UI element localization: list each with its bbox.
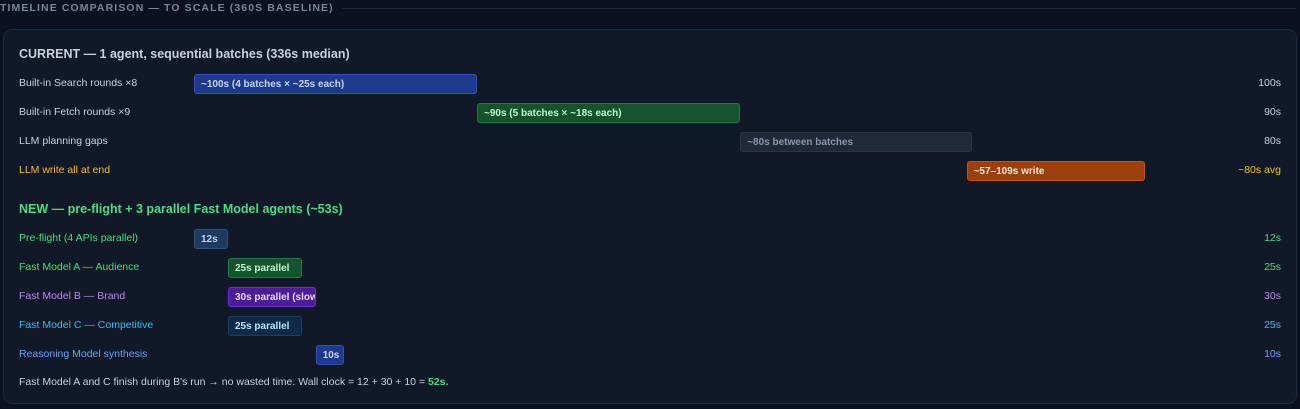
timeline-row: LLM planning gaps ~80s between batches 80s	[0, 132, 1300, 152]
current-group-title: CURRENT — 1 agent, sequential batches (3…	[19, 47, 350, 61]
row-value: ~80s avg	[1238, 164, 1281, 176]
timeline-bar: ~90s (5 batches × ~18s each)	[477, 103, 741, 123]
row-value: 25s	[1264, 261, 1281, 273]
timeline-row: Fast Model A — Audience 25s parallel 25s	[0, 258, 1300, 278]
footer-text: Fast Model A and C finish during B's run…	[19, 376, 428, 388]
timeline-row: Built-in Search rounds ×8 ~100s (4 batche…	[0, 74, 1300, 94]
row-label: Built-in Fetch rounds ×9	[19, 106, 131, 118]
bar-label: ~100s (4 batches × ~25s each)	[201, 79, 345, 90]
row-label: LLM planning gaps	[19, 135, 108, 147]
bar-label: 25s parallel	[234, 263, 290, 274]
row-value: 30s	[1264, 290, 1281, 302]
section-title: TIMELINE COMPARISON — TO SCALE (360S BAS…	[0, 2, 334, 14]
bar-label: ~57–109s write	[973, 166, 1045, 177]
row-value: 10s	[1264, 348, 1281, 360]
row-label: Reasoning Model synthesis	[19, 348, 148, 360]
row-label: Fast Model C — Competitive	[19, 319, 154, 331]
bar-label: 10s	[322, 350, 340, 361]
timeline-bar: ~100s (4 batches × ~25s each)	[194, 74, 477, 94]
timeline-bar: ~80s between batches	[740, 132, 973, 152]
timeline-bar: 12s	[194, 229, 228, 249]
bar-label: ~80s between batches	[747, 137, 854, 148]
timeline-bar: 25s parallel	[227, 316, 302, 336]
timeline-row: Reasoning Model synthesis 10s 10s	[0, 345, 1300, 365]
bar-label: 25s parallel	[234, 321, 290, 332]
timeline-bar: 10s	[315, 345, 344, 365]
section-header: TIMELINE COMPARISON — TO SCALE (360S BAS…	[0, 0, 1300, 18]
new-group-title: NEW — pre-flight + 3 parallel Fast Model…	[19, 202, 343, 216]
bar-label: 12s	[201, 234, 218, 245]
row-value: 80s	[1264, 135, 1281, 147]
timeline-row: Built-in Fetch rounds ×9 ~90s (5 batches …	[0, 103, 1300, 123]
footer-highlight: 52s.	[428, 376, 449, 388]
row-label: Fast Model B — Brand	[19, 290, 126, 302]
timeline-bar: 30s parallel (slowest)	[227, 287, 316, 307]
timeline-bar: 25s parallel	[227, 258, 302, 278]
row-value: 100s	[1258, 77, 1281, 89]
bar-label: 30s parallel (slowest)	[234, 292, 315, 303]
timeline-row: Fast Model B — Brand 30s parallel (slowes…	[0, 287, 1300, 307]
row-label: Built-in Search rounds ×8	[19, 77, 138, 89]
bar-label: ~90s (5 batches × ~18s each)	[484, 108, 622, 119]
timeline-bar: ~57–109s write	[966, 161, 1145, 181]
timeline-row: LLM write all at end ~57–109s write ~80s a…	[0, 161, 1300, 181]
row-label: LLM write all at end	[19, 164, 111, 176]
row-value: 25s	[1264, 319, 1281, 331]
section-divider	[342, 8, 1296, 9]
row-label: Fast Model A — Audience	[19, 261, 140, 273]
row-value: 90s	[1264, 106, 1281, 118]
row-label: Pre-flight (4 APIs parallel)	[19, 232, 139, 244]
footer-note: Fast Model A and C finish during B's run…	[19, 376, 448, 388]
timeline-row: Pre-flight (4 APIs parallel) 12s 12s	[0, 229, 1300, 249]
row-value: 12s	[1264, 232, 1281, 244]
timeline-row: Fast Model C — Competitive 25s parallel 25…	[0, 316, 1300, 336]
